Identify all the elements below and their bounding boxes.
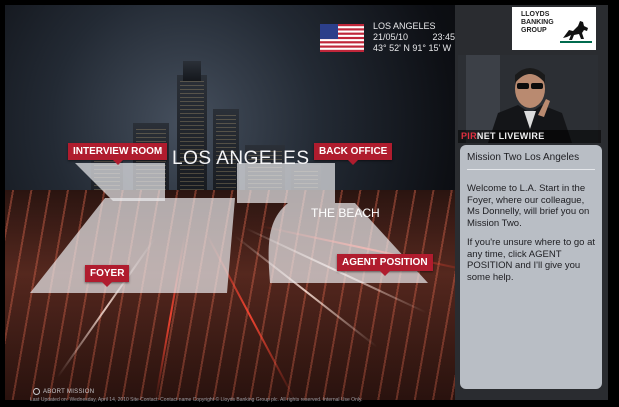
message-paragraph: If you're unsure where to go at any time…	[467, 237, 596, 283]
game-window: LOS ANGELES THE BEACH INTERVIEW ROOM BAC…	[0, 0, 619, 407]
lloyds-logo: LLOYDS BANKING GROUP	[512, 7, 596, 50]
pin-agent-position[interactable]: AGENT POSITION	[337, 254, 433, 276]
map-area-interview-room[interactable]	[75, 163, 165, 201]
mission-message: Welcome to L.A. Start in the Foyer, wher…	[467, 183, 596, 291]
pin-interview-room[interactable]: INTERVIEW ROOM	[68, 143, 168, 165]
location-readout: LOS ANGELES 21/05/10 23:45 43° 52' N 91°…	[373, 21, 455, 54]
usa-flag-icon	[320, 24, 364, 52]
city-map-scene: LOS ANGELES THE BEACH INTERVIEW ROOM BAC…	[5, 5, 455, 400]
side-panel: LLOYDS BANKING GROUP PIRNET LIVEWIRE Mis…	[455, 5, 608, 400]
message-paragraph: Welcome to L.A. Start in the Foyer, wher…	[467, 183, 590, 229]
map-area-foyer[interactable]	[30, 198, 235, 293]
location-date: 21/05/10	[373, 32, 409, 42]
location-time: 23:45	[432, 32, 455, 42]
mission-briefing-panel: Mission Two Los Angeles Welcome to L.A. …	[460, 145, 602, 389]
pin-foyer[interactable]: FOYER	[85, 265, 130, 287]
location-city: LOS ANGELES	[373, 21, 436, 31]
city-label: LOS ANGELES	[172, 148, 310, 169]
floor-plan	[30, 163, 428, 293]
footer-text: Last Updated on: Wednesday, April 14, 20…	[30, 397, 363, 403]
abort-icon	[33, 388, 40, 395]
pin-back-office[interactable]: BACK OFFICE	[314, 143, 393, 165]
livewire-title: PIRNET LIVEWIRE	[458, 130, 601, 143]
location-coordinates: 43° 52' N 91° 15' W	[373, 43, 452, 53]
mission-title: Mission Two Los Angeles	[467, 152, 595, 170]
abort-mission-link[interactable]: ABORT MISSION	[33, 388, 94, 395]
abort-label: ABORT MISSION	[43, 388, 95, 395]
brand-name: LLOYDS BANKING GROUP	[521, 11, 554, 34]
beach-zone-label: THE BEACH	[311, 206, 380, 220]
black-horse-icon	[560, 21, 592, 43]
